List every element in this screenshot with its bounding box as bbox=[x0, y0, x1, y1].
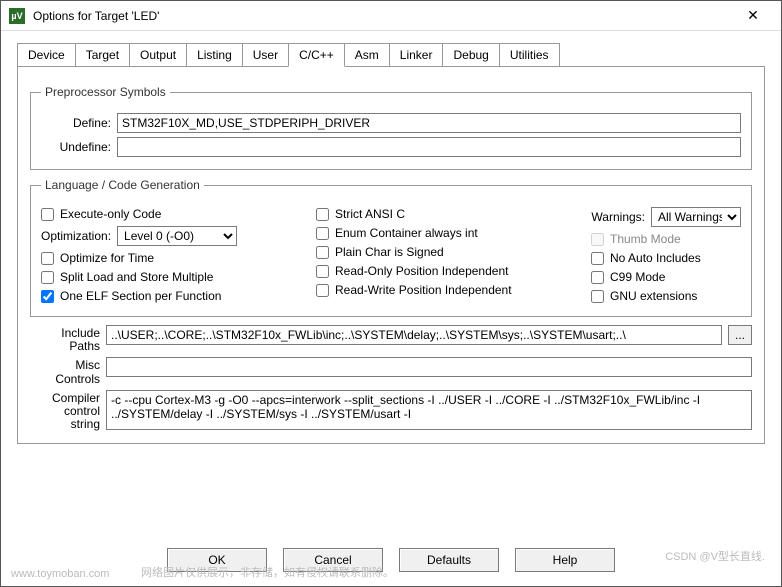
execute-only-label: Execute-only Code bbox=[60, 207, 161, 221]
plain-char-label: Plain Char is Signed bbox=[335, 245, 444, 259]
titlebar: µV Options for Target 'LED' ✕ bbox=[1, 1, 781, 31]
codegen-legend: Language / Code Generation bbox=[41, 178, 204, 192]
compiler-string-label: Compiler control string bbox=[30, 390, 100, 432]
watermark-3: CSDN @V型长直线. bbox=[663, 546, 767, 566]
strict-ansi-label: Strict ANSI C bbox=[335, 207, 405, 221]
defaults-button[interactable]: Defaults bbox=[399, 548, 499, 572]
tab-utilities[interactable]: Utilities bbox=[499, 43, 560, 66]
undefine-label: Undefine: bbox=[41, 140, 111, 154]
thumb-checkbox bbox=[591, 233, 604, 246]
app-icon: µV bbox=[9, 8, 25, 24]
preprocessor-group: Preprocessor Symbols Define: Undefine: bbox=[30, 85, 752, 170]
include-paths-input[interactable] bbox=[106, 325, 722, 345]
tab-listing[interactable]: Listing bbox=[186, 43, 243, 66]
warnings-select[interactable]: All Warnings bbox=[651, 207, 741, 227]
thumb-label: Thumb Mode bbox=[610, 232, 681, 246]
enum-container-label: Enum Container always int bbox=[335, 226, 478, 240]
close-button[interactable]: ✕ bbox=[733, 2, 773, 30]
codegen-group: Language / Code Generation Execute-only … bbox=[30, 178, 752, 317]
tab-linker[interactable]: Linker bbox=[389, 43, 444, 66]
watermark-1: www.toymoban.com bbox=[11, 568, 109, 580]
ro-pi-checkbox[interactable] bbox=[316, 265, 329, 278]
tab-output[interactable]: Output bbox=[129, 43, 187, 66]
tab-debug[interactable]: Debug bbox=[442, 43, 499, 66]
watermark-2: 网络图片仅供展示，非存储，如有侵权请联系删除。 bbox=[141, 564, 394, 580]
compiler-string-output: -c --cpu Cortex-M3 -g -O0 --apcs=interwo… bbox=[106, 390, 752, 430]
misc-controls-input[interactable] bbox=[106, 357, 752, 377]
include-paths-browse-button[interactable]: ... bbox=[728, 325, 752, 345]
optimize-time-checkbox[interactable] bbox=[41, 252, 54, 265]
c99-label: C99 Mode bbox=[610, 270, 665, 284]
optimization-label: Optimization: bbox=[41, 229, 111, 243]
tab-strip: DeviceTargetOutputListingUserC/C++AsmLin… bbox=[1, 31, 781, 66]
dialog-window: µV Options for Target 'LED' ✕ DeviceTarg… bbox=[0, 0, 782, 587]
split-load-checkbox[interactable] bbox=[41, 271, 54, 284]
gnu-label: GNU extensions bbox=[610, 289, 697, 303]
enum-container-checkbox[interactable] bbox=[316, 227, 329, 240]
tab-panel: Preprocessor Symbols Define: Undefine: L… bbox=[17, 66, 765, 444]
tab-c-c-[interactable]: C/C++ bbox=[288, 43, 345, 67]
include-paths-label: Include Paths bbox=[30, 325, 100, 353]
tab-user[interactable]: User bbox=[242, 43, 289, 66]
one-elf-label: One ELF Section per Function bbox=[60, 289, 221, 303]
execute-only-checkbox[interactable] bbox=[41, 208, 54, 221]
define-input[interactable] bbox=[117, 113, 741, 133]
tab-device[interactable]: Device bbox=[17, 43, 76, 66]
undefine-input[interactable] bbox=[117, 137, 741, 157]
one-elf-checkbox[interactable] bbox=[41, 290, 54, 303]
window-title: Options for Target 'LED' bbox=[33, 9, 733, 23]
preprocessor-legend: Preprocessor Symbols bbox=[41, 85, 170, 99]
help-button[interactable]: Help bbox=[515, 548, 615, 572]
plain-char-checkbox[interactable] bbox=[316, 246, 329, 259]
define-label: Define: bbox=[41, 116, 111, 130]
warnings-label: Warnings: bbox=[591, 210, 645, 224]
split-load-label: Split Load and Store Multiple bbox=[60, 270, 213, 284]
optimize-time-label: Optimize for Time bbox=[60, 251, 154, 265]
rw-pi-checkbox[interactable] bbox=[316, 284, 329, 297]
c99-checkbox[interactable] bbox=[591, 271, 604, 284]
optimization-select[interactable]: Level 0 (-O0) bbox=[117, 226, 237, 246]
tab-target[interactable]: Target bbox=[75, 43, 130, 66]
strict-ansi-checkbox[interactable] bbox=[316, 208, 329, 221]
gnu-checkbox[interactable] bbox=[591, 290, 604, 303]
ro-pi-label: Read-Only Position Independent bbox=[335, 264, 508, 278]
tab-asm[interactable]: Asm bbox=[344, 43, 390, 66]
no-auto-label: No Auto Includes bbox=[610, 251, 701, 265]
misc-controls-label: Misc Controls bbox=[30, 357, 100, 385]
no-auto-checkbox[interactable] bbox=[591, 252, 604, 265]
rw-pi-label: Read-Write Position Independent bbox=[335, 283, 512, 297]
